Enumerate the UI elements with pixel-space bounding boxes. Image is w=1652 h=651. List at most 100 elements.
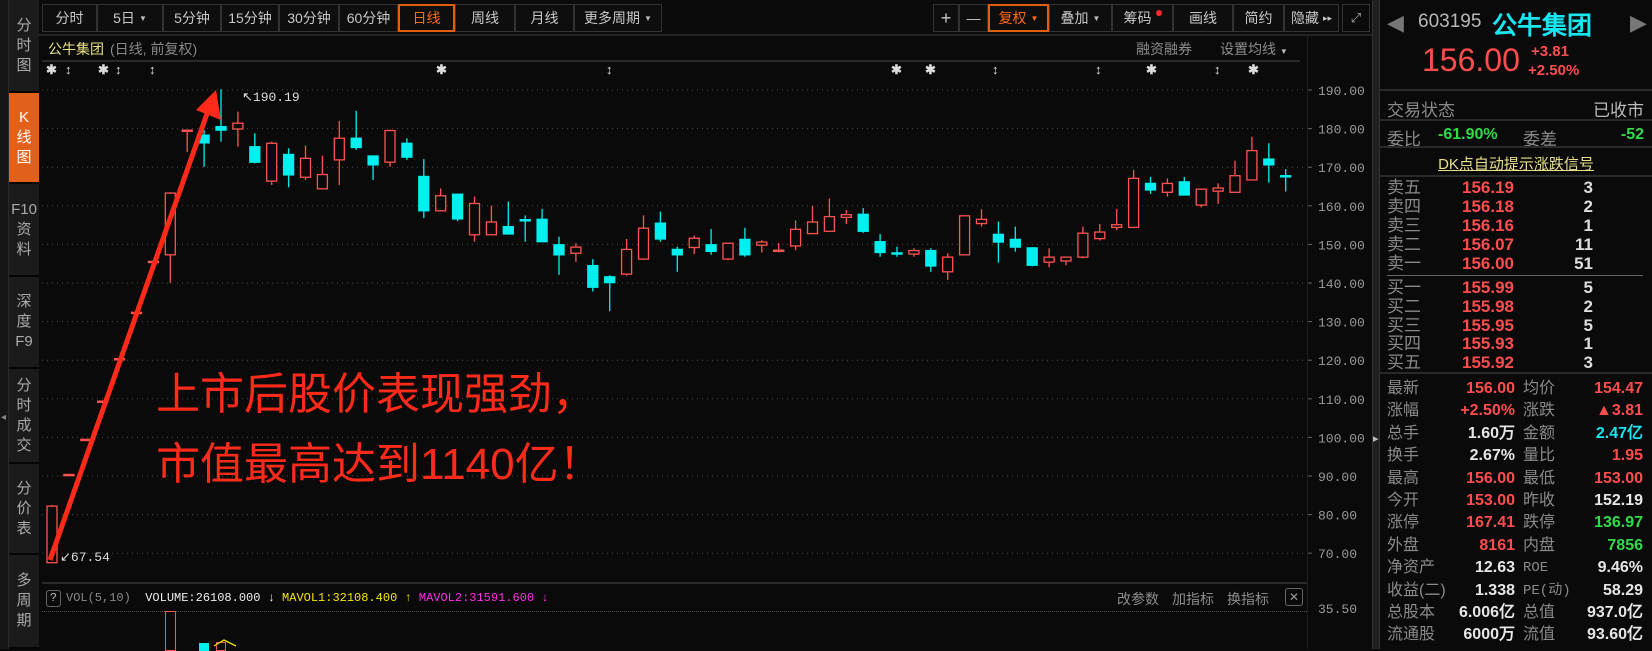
bid-price: 155.99 [1462,278,1514,297]
candle-body [1094,231,1106,240]
edit-params-button[interactable]: 改参数 [1117,589,1159,609]
y-tick-label: 160.00 [1318,200,1365,215]
candle [232,111,244,147]
candle [367,155,379,180]
stat-value: 58.29 [1602,581,1643,599]
candle-body [299,157,312,178]
candle-body [1009,238,1021,248]
collapse-right-icon[interactable]: ▸ [1373,432,1379,445]
ask-volume: 11 [1575,235,1593,254]
candle [1161,178,1174,197]
candle-body [874,241,886,254]
volume-bar [199,643,209,651]
stat-label: 均价 [1523,380,1556,397]
y-tick-label: 80.00 [1318,509,1357,524]
candle [958,215,971,256]
arrow-down-icon: ↓ [541,591,549,605]
volume-pane-divider [42,582,1307,584]
candle [1094,223,1106,241]
status-label: 交易状态 [1387,101,1455,120]
candle-body [249,146,261,163]
panel-splitter[interactable]: ▸ [1372,0,1380,649]
y-tick-label: 120.00 [1318,354,1365,369]
divider [1380,175,1652,177]
candle [756,240,768,253]
arrow-down-icon: ↓ [267,591,275,605]
candle-body [722,242,734,260]
help-icon[interactable]: ? [46,589,61,607]
stat-label: 流通股 [1387,626,1436,644]
candle-body [925,249,937,267]
bid-volume: 2 [1583,297,1593,316]
candle [891,246,903,257]
next-stock-icon[interactable]: ▶ [1630,10,1647,36]
divider [1380,372,1652,374]
candle [587,259,599,292]
bid-label: 买四 [1387,334,1421,353]
ask-price: 156.07 [1462,235,1514,254]
candle [1246,136,1258,181]
candle [942,253,954,280]
stat-value: +2.50% [1460,402,1515,420]
candle-body [992,233,1005,243]
candle-body [1212,187,1224,192]
bid-volume: 5 [1583,278,1593,297]
switch-indicator-button[interactable]: 换指标 [1227,589,1269,609]
candle [181,129,193,153]
high-price-value: 190.19 [252,90,300,105]
stat-value: 1.338 [1474,581,1515,599]
candle-body [485,221,498,236]
stat-label: 总值 [1523,604,1556,621]
weicha-value: -52 [1620,126,1644,143]
ask-volume: 3 [1583,178,1593,197]
candle-body [468,202,481,236]
candle [1144,176,1157,194]
stat-value: 1.95 [1611,447,1643,465]
y-tick-label: 130.00 [1318,316,1365,331]
candle [80,438,92,442]
bid-price: 155.92 [1462,353,1514,372]
candle-body [384,129,396,163]
stat-label: 最新 [1387,380,1420,397]
stat-row: 换手 2.67% 量比 1.95 [1380,445,1652,467]
arrow-up-icon: ↑ [404,591,412,605]
candle-body [215,126,227,131]
candle-body [975,218,988,225]
stat-value: 153.00 [1594,469,1643,487]
volume-gridline [42,611,1307,612]
stat-label: 昨收 [1523,492,1556,509]
pointer-arrow-icon: ↙ [60,550,71,565]
candle-body [773,249,785,253]
candle [553,236,565,275]
stat-row: 外盘 8161 内盘 7856 [1380,535,1652,557]
stat-value: 6000万 [1463,626,1515,644]
candle-body [536,218,548,243]
candle-body [282,153,295,176]
candle [570,243,582,262]
candle-body [671,248,683,256]
stat-label: 流值 [1523,626,1556,644]
candle-body [232,122,244,130]
candle [299,145,312,180]
stat-value: 1.60万 [1467,424,1515,442]
bid-row: 买三 155.95 5 [1380,316,1652,335]
ask-row: 卖四 156.18 2 [1380,197,1652,216]
add-indicator-button[interactable]: 加指标 [1172,589,1214,609]
y-tick-label: 140.00 [1318,277,1365,292]
candle-body [756,241,768,246]
stat-label: 最高 [1387,469,1420,487]
high-price-label: ↖190.19 [242,90,300,105]
candle-body [1280,175,1292,178]
candle [705,228,717,255]
candlestick-chart[interactable]: 190.00 180.00 170.00 160.00 150.00 140.00 130.… [0,0,1372,649]
candle-body [823,215,836,232]
close-icon: ✕ [1288,590,1300,604]
stat-label: 外盘 [1387,536,1420,554]
candle-body [63,473,75,477]
candle-body [806,221,819,235]
prev-stock-icon[interactable]: ◀ [1387,10,1404,36]
dk-signal-link[interactable]: DK点自动提示涨跌信号 [1380,153,1652,174]
stat-value: 6.006亿 [1458,604,1515,621]
stat-label: 总股本 [1387,604,1436,621]
close-indicator-button[interactable]: ✕ [1285,588,1303,606]
